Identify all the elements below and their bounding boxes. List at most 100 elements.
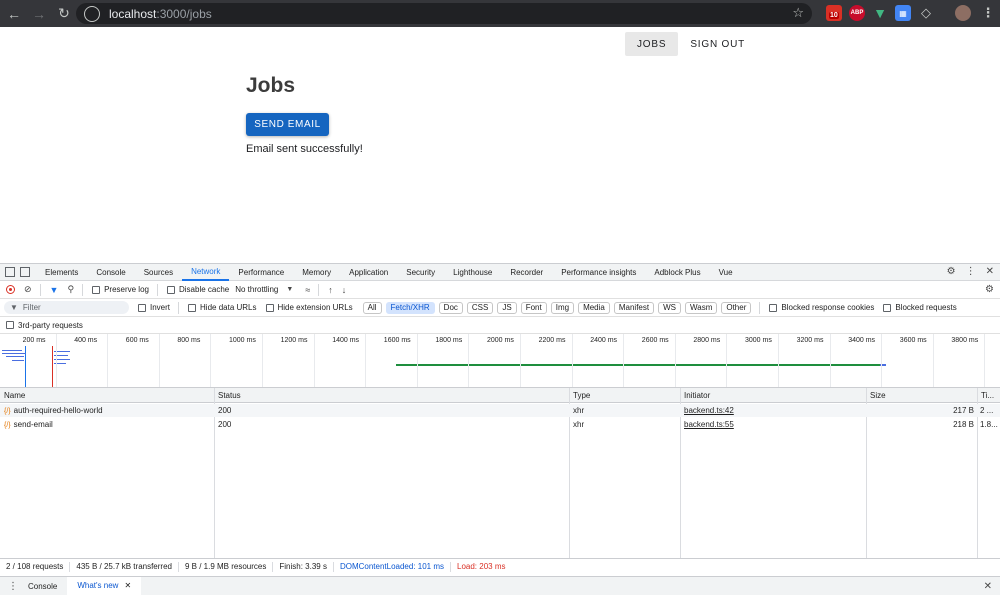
bookmark-star-icon[interactable]: ☆ <box>792 5 804 21</box>
filter-chip-fetch-xhr[interactable]: Fetch/XHR <box>385 301 435 314</box>
throttling-select[interactable]: No throttling <box>235 285 278 294</box>
request-name[interactable]: {/} send-email <box>4 420 53 429</box>
close-drawer-icon[interactable]: ✕ <box>984 581 992 592</box>
filter-chip-font[interactable]: Font <box>520 301 547 314</box>
hide-data-urls-label: Hide data URLs <box>200 303 257 312</box>
network-settings-gear-icon[interactable]: ⚙ <box>985 284 994 295</box>
vue-devtools-icon[interactable]: ▼ <box>872 5 888 21</box>
third-party-checkbox[interactable] <box>6 321 14 329</box>
invert-label: Invert <box>150 303 171 312</box>
timeline-gridline <box>55 334 57 387</box>
preserve-log-label: Preserve log <box>104 285 149 294</box>
devtools-tab-memory[interactable]: Memory <box>293 264 340 281</box>
hide-extension-urls-checkbox[interactable] <box>265 303 274 312</box>
browser-menu-icon[interactable]: ⋮ <box>980 5 996 21</box>
filter-chip-wasm[interactable]: Wasm <box>684 301 718 314</box>
site-info-icon[interactable] <box>84 5 100 22</box>
export-har-icon[interactable]: ↓ <box>342 285 347 295</box>
column-time[interactable]: Ti... <box>981 391 994 400</box>
devtools-tab-elements[interactable]: Elements <box>36 264 87 281</box>
forward-arrow-icon[interactable]: → <box>28 3 50 25</box>
devtools-tab-vue[interactable]: Vue <box>710 264 742 281</box>
timeline-gridline <box>416 334 418 387</box>
filter-chip-ws[interactable]: WS <box>658 301 681 314</box>
resource-type-chips: All Fetch/XHR Doc CSS JS Font Img Media Manifest… <box>359 301 752 314</box>
request-initiator-link[interactable]: backend.ts:55 <box>684 420 734 429</box>
devtools-tab-sources[interactable]: Sources <box>135 264 182 281</box>
translate-extension-icon[interactable]: ▦ <box>895 5 911 21</box>
search-icon[interactable]: ⚲ <box>67 284 74 295</box>
timeline-tick-label: 1000 ms <box>229 337 256 344</box>
disable-cache-checkbox[interactable] <box>166 285 175 294</box>
blocked-cookies-checkbox[interactable] <box>769 303 778 312</box>
table-row[interactable]: {/} send-email 200 xhr backend.ts:55 218 B 1.8… <box>0 418 1000 431</box>
dropdown-caret-icon[interactable]: ▼ <box>286 286 293 293</box>
timeline-tick-label: 800 ms <box>177 337 201 344</box>
drawer-menu-icon[interactable]: ⋮ <box>8 581 18 592</box>
hide-data-urls-checkbox[interactable] <box>188 303 197 312</box>
calendar-extension-icon[interactable]: 10 <box>826 5 842 21</box>
filter-chip-manifest[interactable]: Manifest <box>613 301 655 314</box>
table-row[interactable]: {/} auth-required-hello-world 200 xhr backen… <box>0 404 1000 417</box>
column-size[interactable]: Size <box>870 391 886 400</box>
devtools-tab-network[interactable]: Network <box>182 264 230 281</box>
devtools-tab-recorder[interactable]: Recorder <box>501 264 552 281</box>
more-options-icon[interactable]: ⋮ <box>966 266 976 277</box>
timeline-gridline <box>468 334 470 387</box>
filter-chip-doc[interactable]: Doc <box>438 301 463 314</box>
filter-chip-css[interactable]: CSS <box>466 301 494 314</box>
network-conditions-icon[interactable]: ≈ <box>305 285 310 295</box>
drawer-tab-console[interactable]: Console <box>18 577 67 595</box>
devtools-tab-adblock-plus[interactable]: Adblock Plus <box>645 264 709 281</box>
network-overview-timeline[interactable]: 200 ms 400 ms 600 ms 800 ms 1000 ms 1200 ms 14… <box>0 334 1000 388</box>
toolbar-divider <box>82 283 84 296</box>
column-initiator[interactable]: Initiator <box>684 391 710 400</box>
address-url[interactable]: localhost:3000/jobs <box>109 7 212 21</box>
column-name[interactable]: Name <box>4 391 25 400</box>
device-toolbar-icon[interactable] <box>20 267 30 277</box>
filter-chip-all[interactable]: All <box>362 301 382 314</box>
send-email-button[interactable]: SEND EMAIL <box>246 113 329 136</box>
nav-jobs-link[interactable]: JOBS <box>625 32 679 56</box>
filter-funnel-icon[interactable]: ▼ <box>50 285 59 295</box>
address-bar[interactable]: localhost:3000/jobs ☆ <box>76 3 812 24</box>
column-type[interactable]: Type <box>573 391 590 400</box>
filter-chip-other[interactable]: Other <box>721 301 752 314</box>
filter-input[interactable]: ▼ Filter <box>4 301 129 314</box>
devtools-tab-application[interactable]: Application <box>340 264 397 281</box>
filter-chip-img[interactable]: Img <box>550 301 575 314</box>
nav-sign-out-link[interactable]: SIGN OUT <box>678 32 757 56</box>
reload-icon[interactable]: ↻ <box>53 3 75 25</box>
clear-icon[interactable]: ⊘ <box>24 284 32 295</box>
devtools-tab-performance[interactable]: Performance <box>229 264 293 281</box>
preserve-log-checkbox[interactable] <box>92 285 101 294</box>
settings-gear-icon[interactable]: ⚙ <box>947 266 956 277</box>
timeline-tick-label: 3600 ms <box>899 337 927 344</box>
devtools-tab-lighthouse[interactable]: Lighthouse <box>444 264 501 281</box>
timeline-tick-label: 1400 ms <box>332 337 360 344</box>
extensions-puzzle-icon[interactable]: ◇ <box>918 5 934 21</box>
import-har-icon[interactable]: ↑ <box>328 285 333 295</box>
blocked-requests-checkbox[interactable] <box>883 303 892 312</box>
devtools-tab-console[interactable]: Console <box>87 264 134 281</box>
drawer-tab-whats-new[interactable]: What's new ✕ <box>67 576 142 595</box>
timeline-gridline <box>313 334 315 387</box>
hide-extension-urls-label: Hide extension URLs <box>277 303 353 312</box>
filter-chip-js[interactable]: JS <box>497 301 517 314</box>
devtools-tab-performance-insights[interactable]: Performance insights <box>552 264 645 281</box>
request-initiator-link[interactable]: backend.ts:42 <box>684 406 734 415</box>
record-icon[interactable] <box>6 285 15 294</box>
devtools-tab-security[interactable]: Security <box>397 264 444 281</box>
profile-avatar[interactable] <box>955 5 971 21</box>
inspect-element-icon[interactable] <box>5 267 15 277</box>
xhr-icon: {/} <box>4 408 11 415</box>
close-devtools-icon[interactable]: ✕ <box>986 266 994 277</box>
back-arrow-icon[interactable]: ← <box>3 3 25 25</box>
invert-checkbox[interactable] <box>138 303 146 312</box>
column-status[interactable]: Status <box>218 391 241 400</box>
close-tab-icon[interactable]: ✕ <box>124 581 131 590</box>
adblock-plus-icon[interactable]: ABP <box>849 5 865 21</box>
request-time: 2 ... <box>980 406 994 415</box>
filter-chip-media[interactable]: Media <box>578 301 610 314</box>
request-name[interactable]: {/} auth-required-hello-world <box>4 406 103 415</box>
